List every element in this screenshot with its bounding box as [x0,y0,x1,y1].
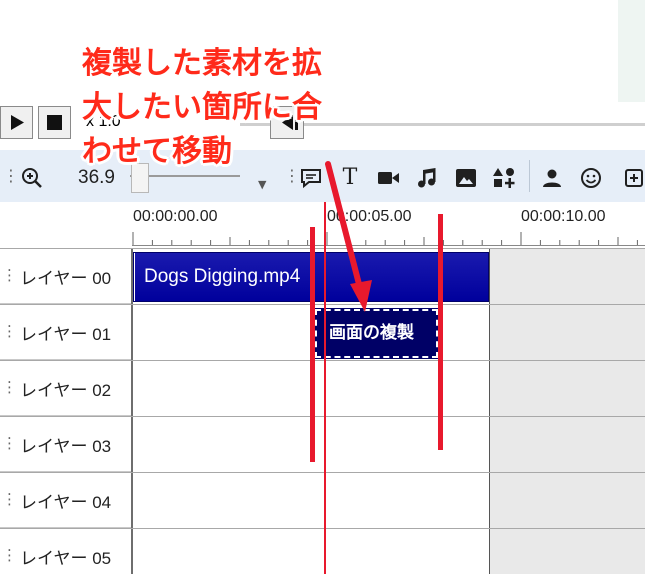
annotation-callout: 複製した素材を拡 大したい箇所に合 わせて移動 [82,42,382,174]
play-icon [11,115,24,130]
annotation-range-end [438,214,443,450]
ruler-time-10: 00:00:10.00 [521,208,606,225]
zoom-in-icon[interactable] [19,166,45,190]
layer-row[interactable]: ⋮ レイヤー 00 [0,248,132,304]
layer-grip-icon[interactable]: ⋮ [2,490,17,508]
toolbar-grip-icon[interactable]: ⋮ [3,168,19,184]
person-icon[interactable] [539,166,565,190]
layer-name: レイヤー 03 [20,437,112,456]
smiley-icon[interactable] [578,166,604,190]
toolbar-separator [529,160,530,192]
layer-name: レイヤー 01 [20,325,112,344]
image-icon[interactable] [453,166,479,190]
layer-grip-icon[interactable]: ⋮ [2,266,17,284]
play-button[interactable] [0,106,33,139]
annotation-line-2: 大したい箇所に合 [82,90,322,125]
annotation-arrow [325,161,372,312]
stop-icon [47,115,62,130]
layer-row[interactable]: ⋮ レイヤー 02 [0,360,132,416]
layer-name: レイヤー 04 [20,493,112,512]
track-row-line [0,472,645,473]
annotation-line-1: 複製した素材を拡 [82,46,322,81]
layer-grip-icon[interactable]: ⋮ [2,434,17,452]
layer-name: レイヤー 05 [20,549,112,568]
music-note-icon[interactable] [414,166,440,190]
zoom-dropdown-icon[interactable]: ▼ [258,178,266,191]
track-row-line [0,416,645,417]
annotation-line-3: わせて移動 [82,134,232,169]
track-row-line [0,360,645,361]
layer-name: レイヤー 00 [20,269,112,288]
layer-row[interactable]: ⋮ レイヤー 03 [0,416,132,472]
add-item-icon[interactable] [620,166,645,190]
layer-row[interactable]: ⋮ レイヤー 04 [0,472,132,528]
video-clip-label: Dogs Digging.mp4 [144,266,301,287]
clip-selection-edge [134,253,135,301]
shapes-add-icon[interactable] [491,166,517,190]
layer-grip-icon[interactable]: ⋮ [2,378,17,396]
stop-button[interactable] [38,106,71,139]
timeline-out-of-range[interactable] [490,248,645,574]
layer-row[interactable]: ⋮ レイヤー 01 [0,304,132,360]
ruler-time-0: 00:00:00.00 [133,208,218,225]
timeline-end-boundary [489,248,490,574]
layer-row[interactable]: ⋮ レイヤー 05 [0,528,132,574]
layer-grip-icon[interactable]: ⋮ [2,322,17,340]
layer-name: レイヤー 02 [20,381,112,400]
preview-video-frame [618,0,645,102]
layer-grip-icon[interactable]: ⋮ [2,546,17,564]
track-row-line [0,528,645,529]
